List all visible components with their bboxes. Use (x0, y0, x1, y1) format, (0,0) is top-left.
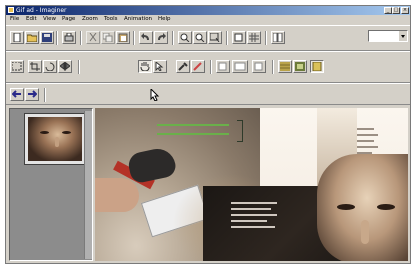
menu-bar: File Edit View Page Zoom Tools Animation… (6, 15, 410, 24)
app-icon (8, 7, 14, 13)
face-photo (317, 154, 408, 261)
back-icon[interactable] (10, 88, 24, 101)
menu-edit[interactable]: Edit (26, 16, 37, 23)
page-view-icon[interactable] (310, 60, 324, 73)
menu-zoom[interactable]: Zoom (82, 16, 98, 23)
caption-line (231, 220, 267, 222)
zoom-in-icon[interactable] (178, 31, 192, 44)
face-eye (337, 204, 355, 210)
menu-view[interactable]: View (43, 16, 56, 23)
thumbnail-eye (40, 131, 49, 134)
crop-icon[interactable] (28, 60, 42, 73)
thumbnail-image (28, 117, 82, 161)
redo-icon[interactable] (154, 31, 168, 44)
window-title: Gif ad - Imaginer (16, 7, 67, 14)
flip-icon[interactable] (58, 60, 72, 73)
forward-icon[interactable] (25, 88, 39, 101)
minimize-button[interactable]: _ (384, 7, 392, 14)
open-icon[interactable] (25, 31, 39, 44)
close-button[interactable]: × (401, 7, 409, 14)
toolbar-separator (265, 31, 267, 45)
cut-icon[interactable] (86, 31, 100, 44)
caption-line (231, 208, 271, 210)
arrow-icon[interactable] (153, 60, 167, 73)
toolbar-separator (210, 60, 212, 74)
pattern-icon[interactable] (278, 60, 292, 73)
copy-icon[interactable] (101, 31, 115, 44)
menu-tools[interactable]: Tools (104, 16, 118, 23)
toolbar-separator (44, 88, 46, 102)
toolbar-separator (78, 60, 80, 74)
rotate-icon[interactable] (43, 60, 57, 73)
undo-icon[interactable] (139, 31, 153, 44)
guide-line[interactable] (157, 133, 229, 135)
select-icon[interactable] (10, 60, 24, 73)
toolbar-separator (272, 60, 274, 74)
face-eye (377, 204, 395, 210)
workspace (6, 106, 410, 263)
mouse-cursor-icon (150, 89, 160, 101)
thumbnail-panel (9, 108, 93, 261)
text-icon[interactable] (232, 60, 248, 73)
zoom-out-icon[interactable] (193, 31, 207, 44)
tools-toolbar (6, 51, 410, 83)
hand-icon[interactable] (138, 60, 152, 73)
toolbar-separator (226, 31, 228, 45)
save-icon[interactable] (40, 31, 54, 44)
toolbar-separator (80, 31, 82, 45)
paste-icon[interactable] (116, 31, 130, 44)
toolbar-separator (172, 31, 174, 45)
print-icon[interactable] (62, 31, 76, 44)
caption-line (231, 202, 277, 204)
frame-icon[interactable] (216, 60, 230, 73)
main-toolbar (6, 25, 410, 51)
menu-page[interactable]: Page (62, 16, 75, 23)
document-spread[interactable] (95, 108, 408, 261)
guide-line[interactable] (157, 124, 229, 126)
title-bar[interactable]: Gif ad - Imaginer _ □ × (6, 6, 410, 15)
caption-line (231, 214, 277, 216)
pencil-icon[interactable] (191, 60, 205, 73)
chevron-down-icon[interactable] (399, 31, 407, 41)
navigation-toolbar (6, 83, 410, 105)
eyedropper-icon[interactable] (176, 60, 190, 73)
guide-bracket (237, 120, 243, 142)
maximize-button[interactable]: □ (392, 7, 400, 14)
grid-icon[interactable] (247, 31, 261, 44)
color-icon[interactable] (252, 60, 266, 73)
layout-icon[interactable] (271, 31, 285, 44)
caption-line (231, 226, 275, 228)
thumbnail-scrollbar[interactable] (84, 111, 92, 259)
face-nose (361, 220, 369, 244)
page-thumbnail[interactable] (24, 113, 86, 165)
menu-animation[interactable]: Animation (124, 16, 152, 23)
menu-help[interactable]: Help (158, 16, 171, 23)
thumbnail-eye (62, 131, 71, 134)
actual-size-icon[interactable] (232, 31, 246, 44)
toolbar-separator (56, 31, 58, 45)
preview-icon[interactable] (293, 60, 307, 73)
thumbnail-nose (55, 137, 59, 147)
toolbar-separator (133, 31, 135, 45)
app-window: Gif ad - Imaginer _ □ × File Edit View P… (5, 5, 411, 264)
new-icon[interactable] (10, 31, 24, 44)
menu-file[interactable]: File (10, 16, 19, 23)
zoom-fit-icon[interactable] (208, 31, 222, 44)
zoom-level-field[interactable] (368, 30, 408, 42)
